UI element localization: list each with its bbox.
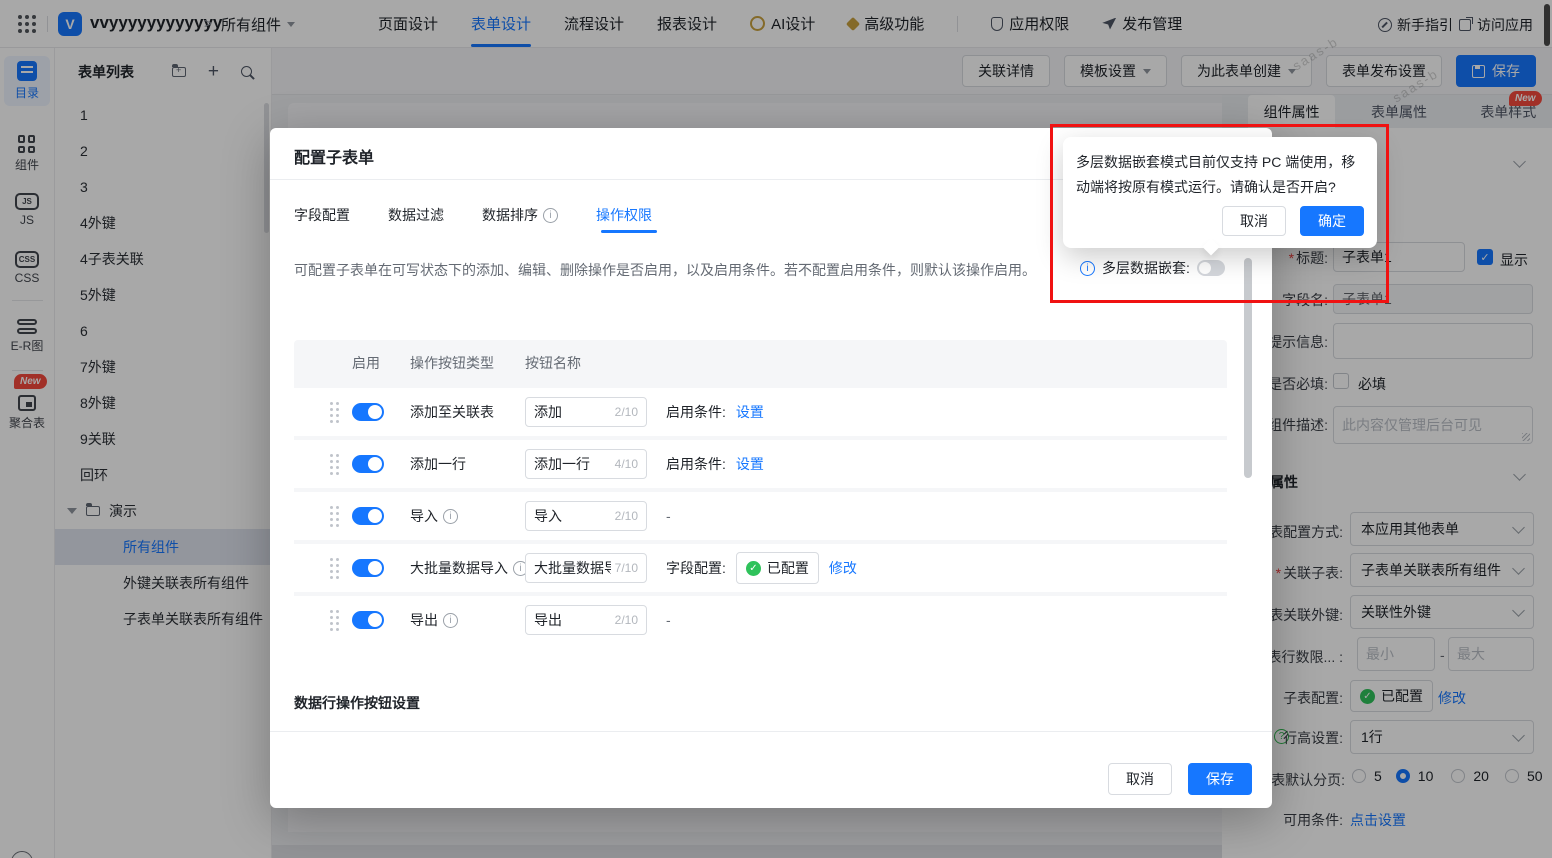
- nest-label: 多层数据嵌套:: [1102, 258, 1190, 278]
- modal-title: 配置子表单: [294, 144, 374, 168]
- enable-toggle[interactable]: [352, 507, 384, 525]
- button-name-input[interactable]: 添加一行4/10: [525, 449, 647, 479]
- enable-condition: 启用条件: 设置: [666, 454, 764, 474]
- enable-toggle[interactable]: [352, 403, 384, 421]
- operation-type: 大批量数据导入 i: [410, 558, 528, 578]
- enable-toggle[interactable]: [352, 455, 384, 473]
- char-count: 7/10: [615, 561, 638, 575]
- char-count: 2/10: [615, 509, 638, 523]
- modal-scrollbar[interactable]: [1244, 258, 1252, 478]
- button-name-input[interactable]: 添加2/10: [525, 397, 647, 427]
- col-name: 按钮名称: [525, 353, 581, 373]
- enable-toggle[interactable]: [352, 559, 384, 577]
- drag-handle-icon[interactable]: [330, 610, 339, 631]
- operation-type: 导出 i: [410, 610, 458, 630]
- check-circle-icon: ✓: [746, 561, 761, 576]
- setup-link[interactable]: 设置: [736, 402, 764, 422]
- enable-condition: 启用条件: 设置: [666, 402, 764, 422]
- modify-link[interactable]: 修改: [829, 558, 857, 578]
- permission-description: 可配置子表单在可写状态下的添加、编辑、删除操作是否启用，以及启用条件。若不配置启…: [294, 260, 1036, 280]
- button-name-input[interactable]: 大批量数据导入7/10: [525, 553, 647, 583]
- nest-toggle[interactable]: [1197, 260, 1225, 276]
- operation-type: 导入 i: [410, 506, 458, 526]
- modal-cancel-button[interactable]: 取消: [1108, 763, 1172, 795]
- button-name-input[interactable]: 导入2/10: [525, 501, 647, 531]
- tab-data-sort[interactable]: 数据排序 i: [482, 205, 558, 225]
- active-tab-underline: [601, 230, 657, 233]
- tab-field-config[interactable]: 字段配置: [294, 205, 350, 225]
- setup-link[interactable]: 设置: [736, 454, 764, 474]
- drag-handle-icon[interactable]: [330, 454, 339, 475]
- drag-handle-icon[interactable]: [330, 558, 339, 579]
- operation-row: 添加至关联表 添加2/10 启用条件: 设置: [294, 388, 1227, 436]
- tab-operation-permission[interactable]: 操作权限: [596, 205, 652, 225]
- modal-tabs: 字段配置 数据过滤 数据排序 i 操作权限: [294, 200, 652, 230]
- col-type: 操作按钮类型: [410, 353, 494, 373]
- no-condition-dash: -: [666, 508, 671, 524]
- drag-handle-icon[interactable]: [330, 506, 339, 527]
- operation-type: 添加一行: [410, 454, 466, 474]
- info-icon[interactable]: i: [1080, 261, 1095, 276]
- modal-save-button[interactable]: 保存: [1188, 763, 1252, 795]
- operation-row: 添加一行 添加一行4/10 启用条件: 设置: [294, 440, 1227, 488]
- col-enable: 启用: [352, 353, 380, 373]
- configured-badge: ✓ 已配置: [736, 552, 819, 584]
- char-count: 2/10: [615, 613, 638, 627]
- drag-handle-icon[interactable]: [330, 402, 339, 423]
- nest-toggle-row: i 多层数据嵌套:: [1080, 258, 1225, 278]
- row-buttons-section-title: 数据行操作按钮设置: [294, 693, 420, 713]
- char-count: 2/10: [615, 405, 638, 419]
- button-name-input[interactable]: 导出2/10: [525, 605, 647, 635]
- divider: [270, 731, 1272, 732]
- info-icon: i: [543, 208, 558, 223]
- no-condition-dash: -: [666, 612, 671, 628]
- enable-toggle[interactable]: [352, 611, 384, 629]
- tab-data-filter[interactable]: 数据过滤: [388, 205, 444, 225]
- info-icon[interactable]: i: [443, 509, 458, 524]
- popup-confirm-button[interactable]: 确定: [1300, 206, 1364, 236]
- operation-type: 添加至关联表: [410, 402, 494, 422]
- popup-cancel-button[interactable]: 取消: [1222, 206, 1286, 236]
- char-count: 4/10: [615, 457, 638, 471]
- operation-row: 大批量数据导入 i 大批量数据导入7/10 字段配置: ✓ 已配置 修改: [294, 544, 1227, 592]
- field-config: 字段配置: ✓ 已配置 修改: [666, 552, 857, 584]
- popup-message: 多层数据嵌套模式目前仅支持 PC 端使用，移动端将按原有模式运行。请确认是否开启…: [1076, 150, 1366, 200]
- operation-table: 启用 操作按钮类型 按钮名称 添加至关联表 添加2/10 启用条件: 设置: [294, 340, 1227, 644]
- app-screen: V vvyyyyyyyyyyyy > 所有组件 页面设计 表单设计 流程设计 报…: [0, 0, 1552, 858]
- operation-row: 导入 i 导入2/10 -: [294, 492, 1227, 540]
- info-icon[interactable]: i: [443, 613, 458, 628]
- nest-confirm-popup: 多层数据嵌套模式目前仅支持 PC 端使用，移动端将按原有模式运行。请确认是否开启…: [1063, 137, 1377, 248]
- operation-table-header: 启用 操作按钮类型 按钮名称: [294, 340, 1227, 386]
- operation-row: 导出 i 导出2/10 -: [294, 596, 1227, 644]
